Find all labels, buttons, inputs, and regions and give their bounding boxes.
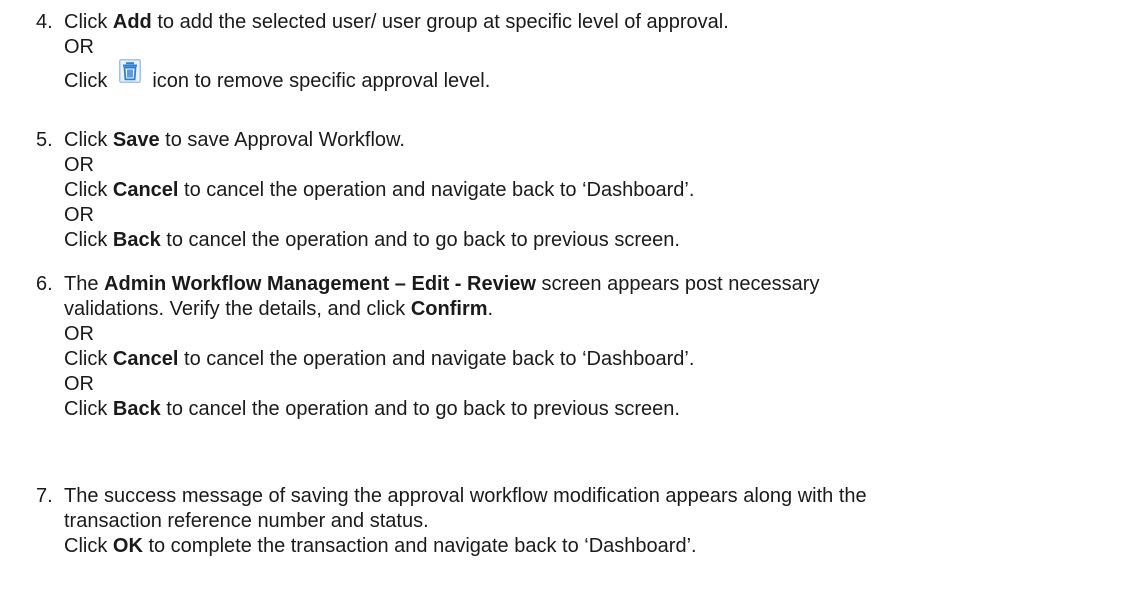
step-line: Click Cancel to cancel the operation and… (64, 348, 695, 370)
step-line: Click Save to save Approval Workflow. (64, 129, 405, 151)
step-line: Click Back to cancel the operation and t… (64, 229, 680, 251)
step-line: OR (64, 154, 94, 176)
step-line: The success message of saving the approv… (64, 485, 867, 507)
step-number: 5. (36, 129, 53, 151)
step-body: The Admin Workflow Management – Edit - R… (64, 272, 1124, 422)
step-number: 6. (36, 273, 53, 295)
delete-icon (119, 59, 142, 83)
step-line: Click OK to complete the transaction and… (64, 535, 697, 557)
step-number: 7. (36, 485, 53, 507)
step-line: Click icon to remove specific approval l… (64, 59, 1124, 95)
step-body: The success message of saving the approv… (64, 484, 1124, 559)
step-line: Click Back to cancel the operation and t… (64, 398, 680, 420)
step-line: validations. Verify the details, and cli… (64, 298, 494, 320)
step-line: Click Cancel to cancel the operation and… (64, 179, 695, 201)
step-line: transaction reference number and status. (64, 510, 429, 532)
step-line: Click Add to add the selected user/ user… (64, 11, 729, 33)
step-body: Click Add to add the selected user/ user… (64, 10, 1124, 95)
step-body: Click Save to save Approval Workflow. OR… (64, 128, 1124, 253)
step-number: 4. (36, 11, 53, 33)
step-line: OR (64, 204, 94, 226)
step-line: OR (64, 373, 94, 395)
document-page: 4. Click Add to add the selected user/ u… (0, 0, 1130, 599)
step-line: OR (64, 323, 94, 345)
step-line: The Admin Workflow Management – Edit - R… (64, 273, 820, 295)
step-line: OR (64, 36, 94, 58)
